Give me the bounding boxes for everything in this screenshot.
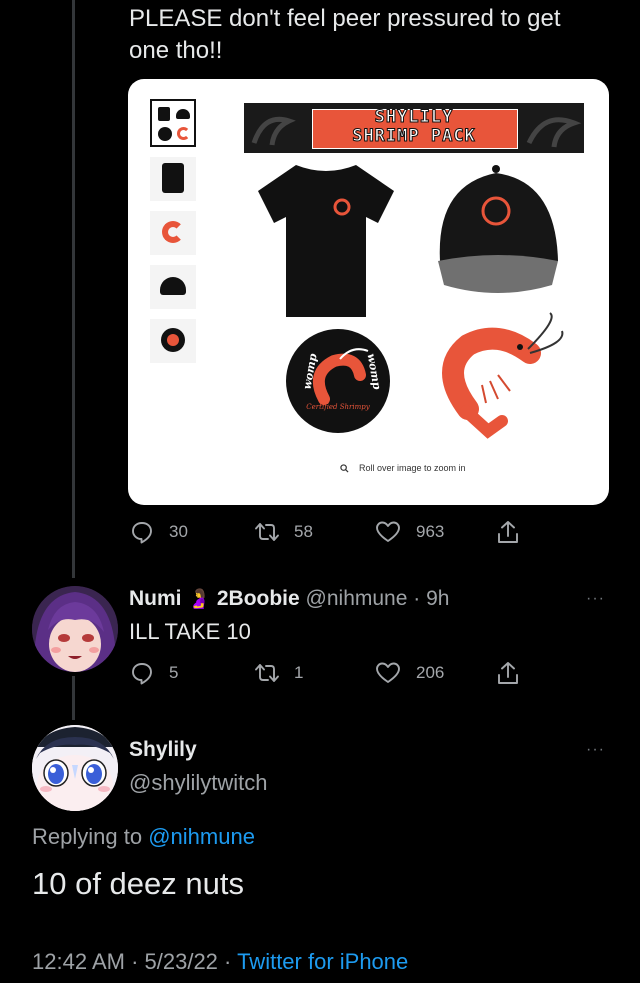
share-button[interactable] xyxy=(496,519,520,545)
zoom-hint: Roll over image to zoom in xyxy=(340,463,466,473)
author-handle[interactable]: @shylilytwitch xyxy=(129,770,267,796)
tweet-source-client[interactable]: Twitter for iPhone xyxy=(237,949,408,974)
share-button[interactable] xyxy=(496,660,520,686)
separator-dot: · xyxy=(217,949,238,974)
tweet-media-image[interactable]: SHYLILY SHRIMP PACK womp womp Certified … xyxy=(128,79,609,505)
tweet-time[interactable]: 9h xyxy=(426,587,449,610)
avatar-anime-girl-icon xyxy=(32,586,118,672)
avatar[interactable] xyxy=(32,586,118,672)
retweet-icon xyxy=(255,523,279,541)
main-tweet-text: 10 of deez nuts xyxy=(32,866,244,901)
retweet-count: 1 xyxy=(294,663,304,682)
tshirt-product xyxy=(258,165,394,317)
separator-dot: · xyxy=(407,587,427,610)
tweet-text: PLEASE don't feel peer pressured to get … xyxy=(129,5,561,64)
reply-icon xyxy=(132,663,152,685)
banner-title: SHYLILY SHRIMP PACK xyxy=(352,107,476,146)
reply-icon xyxy=(132,522,152,544)
avatar[interactable] xyxy=(32,725,118,811)
replying-to-handle[interactable]: @nihmune xyxy=(148,824,255,849)
thumbnail-sticker[interactable] xyxy=(150,211,196,255)
display-name[interactable]: Numi xyxy=(129,587,182,610)
share-icon xyxy=(498,521,518,543)
thread-line-middle xyxy=(72,676,75,720)
author-display-name[interactable]: Shylily xyxy=(129,738,197,762)
replying-to-label: Replying to xyxy=(32,824,143,849)
display-name-emoji: 🤰 xyxy=(187,589,212,610)
more-options-icon[interactable]: ··· xyxy=(586,741,605,759)
zoom-hint-text: Roll over image to zoom in xyxy=(359,463,466,473)
reply-count: 5 xyxy=(169,663,179,682)
magnifier-icon xyxy=(340,463,349,473)
thread-line-top xyxy=(72,0,75,578)
badge-sticker: womp womp Certified Shrimpy xyxy=(286,329,390,433)
like-button[interactable]: 963 xyxy=(375,520,444,544)
tweet-date[interactable]: 5/23/22 xyxy=(145,949,218,974)
retweet-button[interactable]: 1 xyxy=(254,661,303,685)
separator-dot: · xyxy=(124,949,145,974)
like-count: 206 xyxy=(416,663,445,682)
badge-caption: Certified Shrimpy xyxy=(306,403,370,411)
tweet-timestamp[interactable]: 12:42 AM xyxy=(32,949,125,974)
thumbnail-shirt[interactable] xyxy=(150,157,196,201)
thumbnail-badge[interactable] xyxy=(150,319,196,363)
tweet-metadata: 12:42 AM · 5/23/22 · Twitter for iPhone xyxy=(32,949,408,975)
like-button[interactable]: 206 xyxy=(375,661,444,685)
thumbnail-cap[interactable] xyxy=(150,265,196,309)
reply-count: 30 xyxy=(169,522,188,541)
heart-icon xyxy=(376,521,400,542)
thumbnail-pack[interactable] xyxy=(150,99,196,147)
retweet-button[interactable]: 58 xyxy=(254,520,313,544)
retweet-icon xyxy=(255,664,279,682)
thumbnail-list xyxy=(150,99,200,363)
replying-to: Replying to @nihmune xyxy=(32,824,255,850)
reply-text: ILL TAKE 10 xyxy=(129,619,251,644)
share-icon xyxy=(498,662,518,684)
cap-product xyxy=(438,165,558,293)
reply-button[interactable]: 5 xyxy=(130,661,178,685)
shrimp-sticker xyxy=(438,312,564,439)
retweet-count: 58 xyxy=(294,522,313,541)
like-count: 963 xyxy=(416,522,445,541)
user-handle[interactable]: @nihmune xyxy=(306,587,408,610)
reply-button[interactable]: 30 xyxy=(130,520,188,544)
reply-header: Numi 🤰 2Boobie @nihmune · 9h xyxy=(129,586,449,613)
heart-icon xyxy=(376,662,400,683)
product-banner: SHYLILY SHRIMP PACK xyxy=(244,103,584,153)
more-options-icon[interactable]: ··· xyxy=(586,590,605,608)
avatar-anime-face-icon xyxy=(32,725,118,811)
display-name-suffix[interactable]: 2Boobie xyxy=(217,587,300,610)
